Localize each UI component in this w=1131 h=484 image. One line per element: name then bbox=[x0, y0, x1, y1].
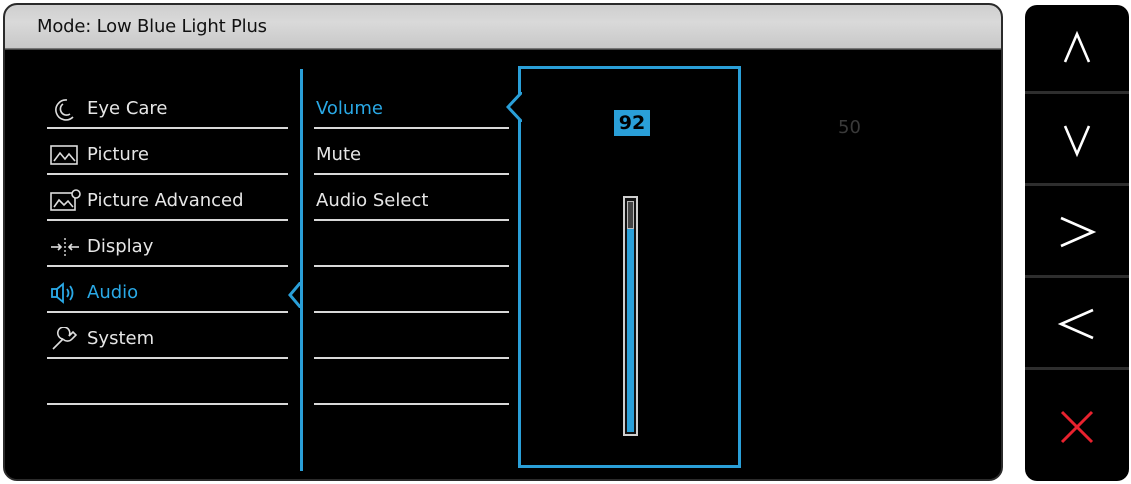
picture-advanced-icon bbox=[49, 189, 81, 213]
volume-panel-notch bbox=[506, 92, 522, 122]
submenu-item-volume[interactable]: Volume bbox=[314, 83, 509, 129]
submenu-item-empty bbox=[314, 359, 509, 405]
audio-icon bbox=[49, 281, 81, 305]
menu-item-picture[interactable]: Picture bbox=[47, 129, 288, 175]
down-key[interactable] bbox=[1025, 97, 1129, 186]
menu-item-display[interactable]: Display bbox=[47, 221, 288, 267]
menu-item-label: Display bbox=[87, 236, 154, 257]
caret-left-icon bbox=[1057, 308, 1094, 340]
mode-title: Mode: Low Blue Light Plus bbox=[5, 5, 1001, 49]
system-icon bbox=[49, 326, 81, 351]
submenu-item-empty bbox=[314, 313, 509, 359]
menu-item-system[interactable]: System bbox=[47, 313, 288, 359]
menu-item-label: Audio bbox=[87, 282, 139, 303]
caret-down-icon bbox=[1063, 125, 1091, 158]
menu-item-picture-advanced[interactable]: Picture Advanced bbox=[47, 175, 288, 221]
volume-value: 92 bbox=[614, 110, 650, 136]
close-icon bbox=[1060, 410, 1094, 444]
divider bbox=[47, 403, 288, 405]
control-keys bbox=[1025, 5, 1129, 481]
volume-slider-fill bbox=[627, 219, 634, 432]
caret-up-icon bbox=[1063, 30, 1091, 63]
selection-notch bbox=[288, 282, 302, 308]
submenu-item-empty bbox=[314, 221, 509, 267]
picture-icon bbox=[49, 143, 81, 167]
menu-item-label: System bbox=[87, 328, 155, 349]
divider bbox=[314, 403, 509, 405]
reference-value: 50 bbox=[838, 117, 861, 138]
menu-item-empty bbox=[47, 359, 288, 405]
submenu-item-label: Audio Select bbox=[316, 190, 429, 211]
up-key[interactable] bbox=[1025, 5, 1129, 94]
menu-item-label: Picture bbox=[87, 144, 149, 165]
display-icon bbox=[49, 235, 81, 259]
menu-item-label: Picture Advanced bbox=[87, 190, 244, 211]
submenu-item-empty bbox=[314, 267, 509, 313]
menu-item-eye-care[interactable]: Eye Care bbox=[47, 83, 288, 129]
submenu-item-label: Mute bbox=[316, 144, 362, 165]
column-divider bbox=[300, 69, 303, 471]
submenu-item-label: Volume bbox=[316, 98, 383, 119]
volume-slider[interactable] bbox=[623, 196, 638, 436]
volume-slider-knob[interactable] bbox=[627, 201, 634, 229]
submenu-item-audio-select[interactable]: Audio Select bbox=[314, 175, 509, 221]
osd-window: Mode: Low Blue Light Plus Eye Care Pictu… bbox=[3, 3, 1003, 481]
menu-item-audio[interactable]: Audio bbox=[47, 267, 288, 313]
menu-item-label: Eye Care bbox=[87, 98, 168, 119]
left-key[interactable] bbox=[1025, 281, 1129, 370]
submenu-item-mute[interactable]: Mute bbox=[314, 129, 509, 175]
right-key[interactable] bbox=[1025, 189, 1129, 278]
eye-care-icon bbox=[49, 97, 81, 121]
close-key[interactable] bbox=[1025, 373, 1129, 481]
caret-right-icon bbox=[1060, 216, 1097, 248]
